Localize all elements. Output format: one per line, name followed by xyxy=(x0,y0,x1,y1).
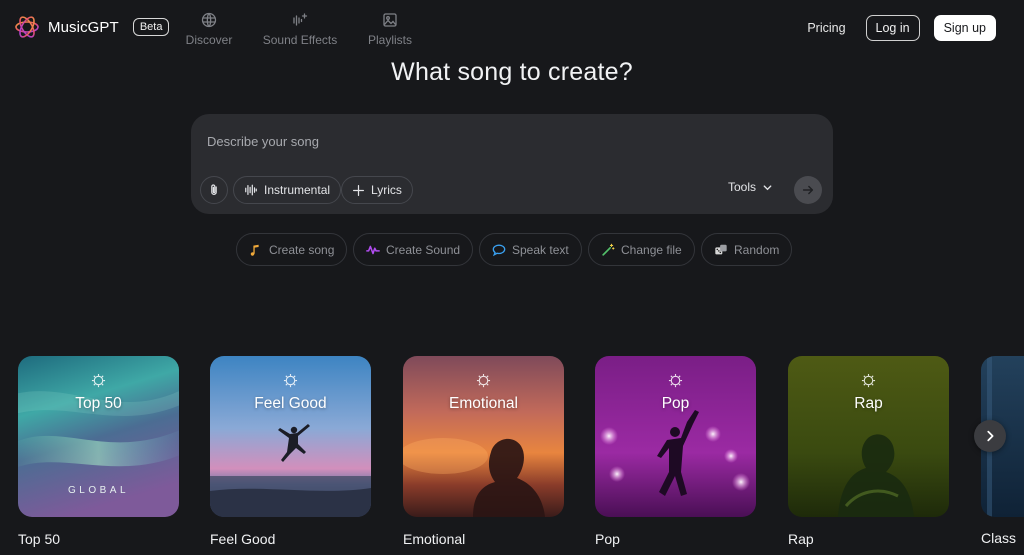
paperclip-icon xyxy=(211,184,217,195)
chevron-down-icon xyxy=(763,184,772,190)
card-artwork: Feel Good xyxy=(210,356,371,517)
page-title: What song to create? xyxy=(391,58,633,86)
card-artwork: Rap xyxy=(788,356,949,517)
card-title: Pop xyxy=(661,395,690,412)
change-file-label: Change file xyxy=(621,242,682,257)
sparkle-icon xyxy=(283,373,298,388)
card-emotional[interactable]: Emotional Emotional xyxy=(403,356,564,547)
card-title: Rap xyxy=(854,395,883,412)
card-artwork: Emotional xyxy=(403,356,564,517)
waveform-sparkle-icon xyxy=(293,13,308,26)
header: MusicGPT Beta Discover Sound Effects Pla… xyxy=(0,0,1024,56)
instrumental-button[interactable]: Instrumental xyxy=(233,176,342,204)
random-chip[interactable]: Random xyxy=(701,233,793,266)
nav-sound-effects[interactable]: Sound Effects xyxy=(262,12,338,47)
pricing-link[interactable]: Pricing xyxy=(807,21,845,35)
card-title: Emotional xyxy=(449,395,518,412)
card-rap[interactable]: Rap Rap xyxy=(788,356,949,547)
card-title: Top 50 xyxy=(75,395,122,412)
magic-wand-icon xyxy=(602,243,615,256)
card-artwork: Pop xyxy=(595,356,756,517)
instrumental-label: Instrumental xyxy=(264,183,331,197)
arrow-right-icon xyxy=(802,185,814,195)
card-label: Emotional xyxy=(403,531,466,547)
card-label: Rap xyxy=(788,531,814,547)
change-file-chip[interactable]: Change file xyxy=(588,233,695,266)
lyrics-label: Lyrics xyxy=(371,183,402,197)
attach-button[interactable] xyxy=(200,176,228,204)
dice-icon xyxy=(715,244,727,254)
card-label: Feel Good xyxy=(210,531,276,547)
plus-icon xyxy=(353,184,364,196)
nav-discover-label: Discover xyxy=(185,33,233,47)
nav-sound-effects-label: Sound Effects xyxy=(262,33,338,47)
card-feel-good[interactable]: Feel Good Feel Good xyxy=(210,356,371,547)
nav-discover[interactable]: Discover xyxy=(185,12,233,47)
waveform-icon xyxy=(366,245,380,254)
card-top-50[interactable]: Top 50 GLOBAL Top 50 xyxy=(18,356,179,547)
carousel-next-button[interactable] xyxy=(974,420,1006,452)
tools-dropdown[interactable]: Tools xyxy=(728,180,773,194)
create-sound-label: Create Sound xyxy=(386,242,461,257)
beta-badge: Beta xyxy=(132,18,170,36)
sparkle-icon xyxy=(91,373,106,388)
card-classical-label: Class xyxy=(981,530,1017,546)
logo[interactable]: MusicGPT Beta xyxy=(14,14,170,40)
sparkle-icon xyxy=(668,373,683,388)
create-song-chip[interactable]: Create song xyxy=(236,233,348,266)
nav-playlists-label: Playlists xyxy=(367,33,412,47)
card-title: Feel Good xyxy=(254,395,327,412)
card-label: Pop xyxy=(595,531,620,547)
tools-label: Tools xyxy=(728,180,757,194)
waveform-icon xyxy=(245,184,257,196)
create-song-label: Create song xyxy=(269,242,335,257)
create-sound-chip[interactable]: Create Sound xyxy=(353,233,474,266)
prompt-box: Instrumental Lyrics Tools xyxy=(191,114,833,214)
header-actions: Pricing Log in Sign up xyxy=(807,15,996,41)
sparkle-icon xyxy=(861,373,876,388)
image-icon xyxy=(383,13,397,27)
music-note-icon xyxy=(250,244,259,256)
chevron-right-icon xyxy=(987,430,994,442)
signup-button[interactable]: Sign up xyxy=(933,15,996,41)
card-subtitle: GLOBAL xyxy=(67,485,130,496)
card-artwork: Top 50 GLOBAL xyxy=(18,356,179,517)
card-pop[interactable]: Pop Pop xyxy=(595,356,756,547)
page: MusicGPT Beta Discover Sound Effects Pla… xyxy=(0,0,1024,555)
sparkle-icon xyxy=(476,373,491,388)
musicgpt-logo-icon xyxy=(15,16,39,38)
speak-text-label: Speak text xyxy=(512,242,569,257)
song-description-input[interactable] xyxy=(207,134,807,149)
globe-icon xyxy=(201,12,217,28)
app-name: MusicGPT xyxy=(48,18,119,36)
speech-bubble-icon xyxy=(492,244,506,256)
card-label: Top 50 xyxy=(18,531,61,547)
random-label: Random xyxy=(734,242,780,257)
nav-playlists[interactable]: Playlists xyxy=(367,12,413,47)
speak-text-chip[interactable]: Speak text xyxy=(479,233,582,266)
lyrics-button[interactable]: Lyrics xyxy=(341,176,413,204)
send-button[interactable] xyxy=(794,176,822,204)
login-button[interactable]: Log in xyxy=(865,15,920,41)
